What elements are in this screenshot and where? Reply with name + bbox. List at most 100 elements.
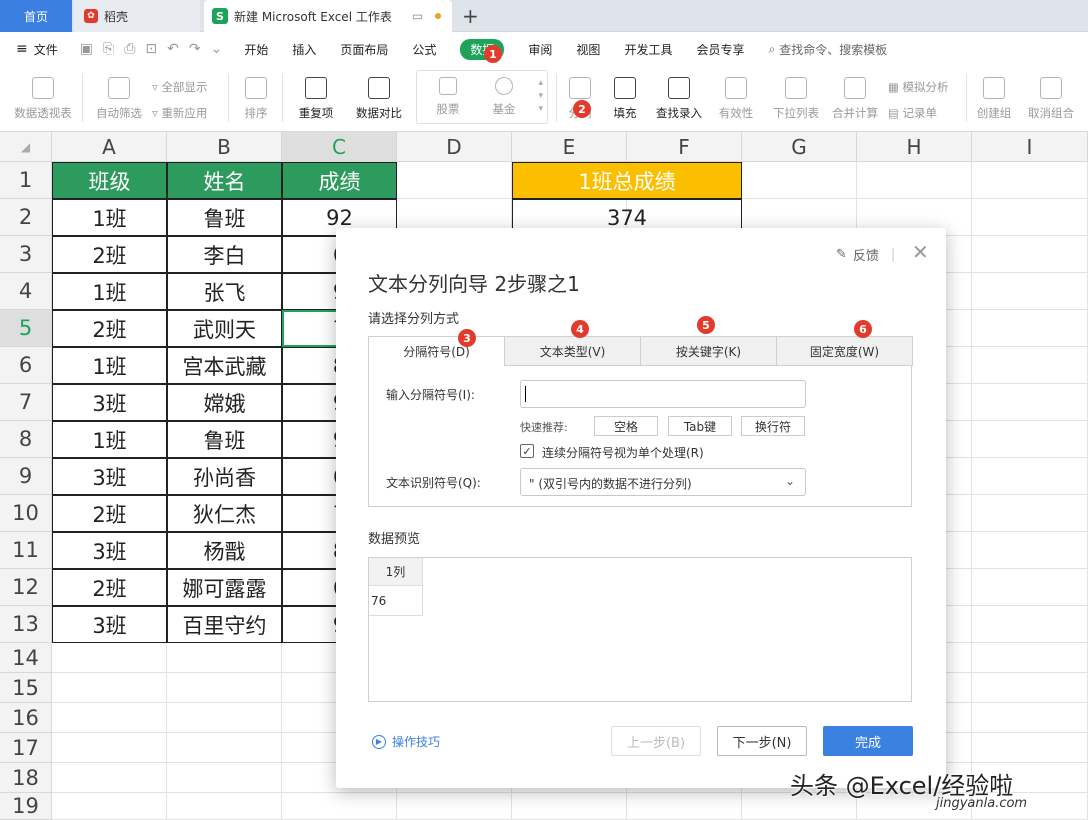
column-header[interactable]: I: [972, 132, 1088, 162]
gallery-scroll-icon[interactable]: ▴ ▾ ▾: [538, 77, 543, 116]
redo-icon[interactable]: ↷: [189, 41, 201, 57]
fill-button[interactable]: 填充: [604, 66, 646, 132]
quick-space-button[interactable]: 空格: [594, 416, 658, 436]
grid-cell[interactable]: [167, 703, 282, 733]
menu-review[interactable]: 审阅: [516, 32, 564, 66]
ungroup-button[interactable]: 取消组合: [1020, 66, 1082, 132]
fund-button[interactable]: 基金: [479, 71, 529, 123]
grid-cell[interactable]: [167, 793, 282, 820]
split-column-button[interactable]: 分列: [562, 66, 598, 132]
grid-cell[interactable]: [972, 273, 1088, 310]
save-icon[interactable]: ▣: [80, 41, 93, 57]
grid-cell[interactable]: [397, 162, 512, 199]
export-icon[interactable]: ⎘: [103, 41, 114, 57]
row-header[interactable]: 11: [0, 532, 52, 569]
grid-cell[interactable]: [972, 569, 1088, 606]
row-header[interactable]: 12: [0, 569, 52, 606]
tab-docer[interactable]: ✿ 稻壳: [74, 0, 200, 32]
lookup-entry-button[interactable]: 查找录入: [652, 66, 706, 132]
grid-cell[interactable]: [52, 673, 167, 703]
show-all-button[interactable]: ▿ 全部显示: [152, 74, 207, 100]
row-header[interactable]: 13: [0, 606, 52, 643]
row-header[interactable]: 19: [0, 793, 52, 820]
data-cell[interactable]: 张飞: [167, 273, 282, 310]
menu-member[interactable]: 会员专享: [684, 32, 756, 66]
data-cell[interactable]: 嫦娥: [167, 384, 282, 421]
grid-cell[interactable]: [972, 532, 1088, 569]
column-header[interactable]: A: [52, 132, 167, 162]
grid-cell[interactable]: [972, 384, 1088, 421]
row-header[interactable]: 6: [0, 347, 52, 384]
header-cell[interactable]: 成绩: [282, 162, 397, 199]
data-cell[interactable]: 3班: [52, 458, 167, 495]
grid-cell[interactable]: [52, 733, 167, 763]
monitor-icon[interactable]: ▭: [412, 9, 423, 23]
row-header[interactable]: 7: [0, 384, 52, 421]
row-header[interactable]: 14: [0, 643, 52, 673]
data-cell[interactable]: 2班: [52, 310, 167, 347]
data-cell[interactable]: 2班: [52, 495, 167, 532]
grid-cell[interactable]: [742, 162, 857, 199]
grid-cell[interactable]: [972, 162, 1088, 199]
finish-button[interactable]: 完成: [823, 726, 913, 756]
tab-home[interactable]: 首页: [0, 0, 72, 32]
grid-cell[interactable]: [972, 733, 1088, 763]
row-header[interactable]: 18: [0, 763, 52, 793]
data-cell[interactable]: 宫本武藏: [167, 347, 282, 384]
total-label-cell[interactable]: 1班总成绩: [512, 162, 742, 199]
data-cell[interactable]: 鲁班: [167, 199, 282, 236]
record-form-button[interactable]: ▤ 记录单: [888, 100, 949, 126]
grid-cell[interactable]: [972, 310, 1088, 347]
data-cell[interactable]: 3班: [52, 384, 167, 421]
grid-cell[interactable]: [397, 793, 512, 820]
column-header[interactable]: C: [282, 132, 397, 162]
data-cell[interactable]: 1班: [52, 347, 167, 384]
column-header[interactable]: E: [512, 132, 627, 162]
data-cell[interactable]: 3班: [52, 606, 167, 643]
next-button[interactable]: 下一步(N): [717, 726, 807, 756]
consecutive-checkbox[interactable]: ✓: [520, 444, 534, 458]
data-cell[interactable]: 1班: [52, 421, 167, 458]
grid-cell[interactable]: [972, 347, 1088, 384]
create-group-button[interactable]: 创建组: [972, 66, 1016, 132]
sort-button[interactable]: 排序: [234, 66, 278, 132]
column-header[interactable]: B: [167, 132, 282, 162]
row-header[interactable]: 9: [0, 458, 52, 495]
header-cell[interactable]: 姓名: [167, 162, 282, 199]
new-tab-button[interactable]: +: [462, 4, 479, 28]
tab-keyword[interactable]: 按关键字(K): [640, 336, 777, 366]
data-cell[interactable]: 1班: [52, 199, 167, 236]
grid-cell[interactable]: [972, 643, 1088, 673]
grid-cell[interactable]: [972, 421, 1088, 458]
grid-cell[interactable]: [512, 793, 627, 820]
grid-cell[interactable]: [282, 793, 397, 820]
qualifier-select[interactable]: " (双引号内的数据不进行分列) ⌄: [520, 468, 806, 496]
delimiter-input[interactable]: [520, 380, 806, 408]
data-cell[interactable]: 狄仁杰: [167, 495, 282, 532]
autofilter-button[interactable]: 自动筛选: [90, 66, 148, 132]
select-all-corner[interactable]: ◢: [0, 132, 52, 162]
tab-delimiter[interactable]: 分隔符号(D): [368, 336, 505, 366]
quick-tab-button[interactable]: Tab键: [668, 416, 732, 436]
reapply-button[interactable]: ▿ 重新应用: [152, 100, 207, 126]
feedback-button[interactable]: ✎ 反馈 |: [836, 245, 895, 264]
row-header[interactable]: 16: [0, 703, 52, 733]
grid-cell[interactable]: [972, 236, 1088, 273]
grid-cell[interactable]: [972, 495, 1088, 532]
grid-cell[interactable]: [972, 673, 1088, 703]
data-cell[interactable]: 1班: [52, 273, 167, 310]
row-header[interactable]: 3: [0, 236, 52, 273]
column-header[interactable]: H: [857, 132, 972, 162]
data-cell[interactable]: 李白: [167, 236, 282, 273]
menu-developer[interactable]: 开发工具: [612, 32, 684, 66]
row-header[interactable]: 5: [0, 310, 52, 347]
grid-cell[interactable]: [167, 763, 282, 793]
grid-cell[interactable]: [167, 733, 282, 763]
data-cell[interactable]: 鲁班: [167, 421, 282, 458]
data-cell[interactable]: 孙尚香: [167, 458, 282, 495]
preview-icon[interactable]: ⊡: [145, 41, 157, 57]
more-icon[interactable]: ⌄: [211, 41, 223, 57]
menu-insert[interactable]: 插入: [280, 32, 328, 66]
tab-fixed-width[interactable]: 固定宽度(W): [776, 336, 913, 366]
grid-cell[interactable]: [167, 673, 282, 703]
